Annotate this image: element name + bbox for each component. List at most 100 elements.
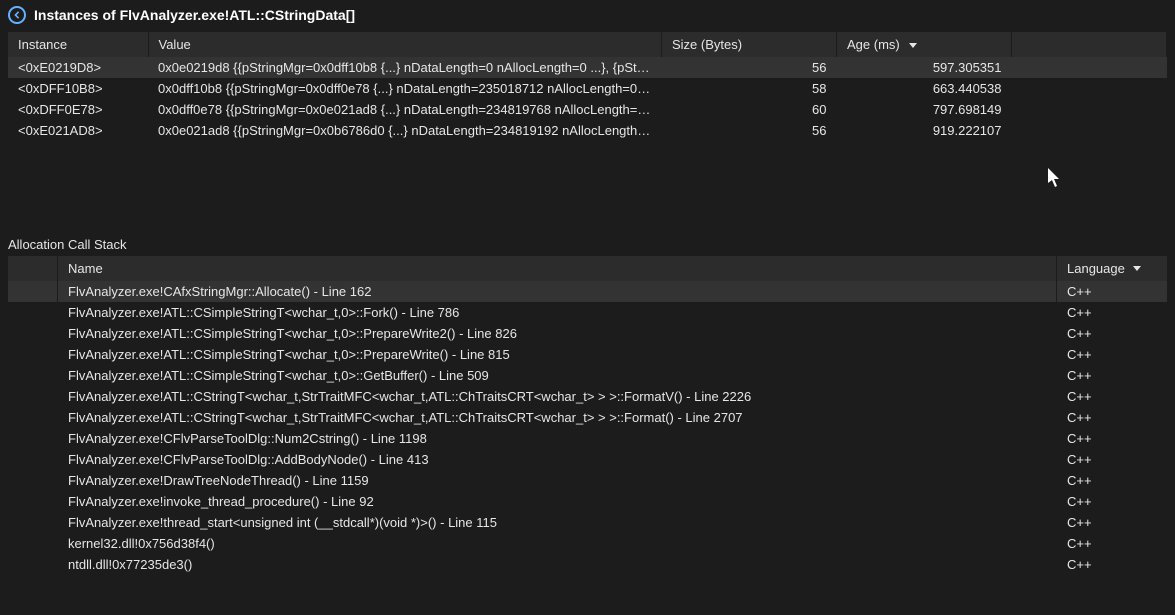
- cell-name: FlvAnalyzer.exe!CFlvParseToolDlg::Num2Cs…: [58, 428, 1057, 449]
- col-spacer: [1012, 32, 1167, 57]
- cell-value: 0x0e021ad8 {{pStringMgr=0x0b6786d0 {...}…: [148, 120, 662, 141]
- cell-size: 60: [662, 99, 837, 120]
- callstack-row[interactable]: FlvAnalyzer.exe!CFlvParseToolDlg::Num2Cs…: [8, 428, 1167, 449]
- callstack-row[interactable]: FlvAnalyzer.exe!ATL::CSimpleStringT<wcha…: [8, 365, 1167, 386]
- cell-name: FlvAnalyzer.exe!invoke_thread_procedure(…: [58, 491, 1057, 512]
- row-expander[interactable]: [8, 323, 58, 344]
- cell-name: FlvAnalyzer.exe!ATL::CSimpleStringT<wcha…: [58, 302, 1057, 323]
- sort-desc-icon: [909, 43, 917, 48]
- callstack-row[interactable]: FlvAnalyzer.exe!invoke_thread_procedure(…: [8, 491, 1167, 512]
- cell-language: C++: [1057, 491, 1167, 512]
- instances-panel: Instance Value Size (Bytes) Age (ms) <0x…: [0, 32, 1175, 141]
- arrow-left-icon: [13, 11, 21, 19]
- col-language-label: Language: [1067, 261, 1125, 276]
- row-expander[interactable]: [8, 344, 58, 365]
- cell-size: 58: [662, 78, 837, 99]
- cell-instance: <0xE0219D8>: [8, 57, 148, 78]
- cell-size: 56: [662, 57, 837, 78]
- cell-language: C++: [1057, 281, 1167, 302]
- spacer: [0, 141, 1175, 231]
- cell-spacer: [1012, 78, 1167, 99]
- cell-name: FlvAnalyzer.exe!ATL::CSimpleStringT<wcha…: [58, 323, 1057, 344]
- cell-name: FlvAnalyzer.exe!CFlvParseToolDlg::AddBod…: [58, 449, 1057, 470]
- cell-instance: <0xE021AD8>: [8, 120, 148, 141]
- table-row[interactable]: <0xE0219D8>0x0e0219d8 {{pStringMgr=0x0df…: [8, 57, 1167, 78]
- col-age-label: Age (ms): [847, 37, 900, 52]
- cell-instance: <0xDFF10B8>: [8, 78, 148, 99]
- cell-spacer: [1012, 99, 1167, 120]
- col-language[interactable]: Language: [1057, 256, 1167, 281]
- callstack-header: Name Language: [8, 256, 1167, 281]
- row-expander[interactable]: [8, 281, 58, 302]
- cell-language: C++: [1057, 470, 1167, 491]
- callstack-row[interactable]: FlvAnalyzer.exe!ATL::CStringT<wchar_t,St…: [8, 407, 1167, 428]
- cell-age: 797.698149: [837, 99, 1012, 120]
- callstack-row[interactable]: FlvAnalyzer.exe!CFlvParseToolDlg::AddBod…: [8, 449, 1167, 470]
- cell-age: 663.440538: [837, 78, 1012, 99]
- panel-header: Instances of FlvAnalyzer.exe!ATL::CStrin…: [0, 0, 1175, 32]
- callstack-title: Allocation Call Stack: [0, 231, 1175, 256]
- row-expander[interactable]: [8, 302, 58, 323]
- callstack-row[interactable]: FlvAnalyzer.exe!ATL::CSimpleStringT<wcha…: [8, 302, 1167, 323]
- col-value[interactable]: Value: [148, 32, 662, 57]
- table-row[interactable]: <0xDFF10B8>0x0dff10b8 {{pStringMgr=0x0df…: [8, 78, 1167, 99]
- cell-name: FlvAnalyzer.exe!ATL::CStringT<wchar_t,St…: [58, 407, 1057, 428]
- instances-table: Instance Value Size (Bytes) Age (ms) <0x…: [8, 32, 1167, 141]
- cell-value: 0x0e0219d8 {{pStringMgr=0x0dff10b8 {...}…: [148, 57, 662, 78]
- cell-size: 56: [662, 120, 837, 141]
- cell-age: 597.305351: [837, 57, 1012, 78]
- cell-age: 919.222107: [837, 120, 1012, 141]
- row-expander[interactable]: [8, 491, 58, 512]
- cell-language: C++: [1057, 344, 1167, 365]
- cell-language: C++: [1057, 449, 1167, 470]
- cell-instance: <0xDFF0E78>: [8, 99, 148, 120]
- col-age[interactable]: Age (ms): [837, 32, 1012, 57]
- cell-name: FlvAnalyzer.exe!DrawTreeNodeThread() - L…: [58, 470, 1057, 491]
- cell-language: C++: [1057, 533, 1167, 554]
- cell-spacer: [1012, 120, 1167, 141]
- back-button[interactable]: [8, 6, 26, 24]
- cell-name: kernel32.dll!0x756d38f4(): [58, 533, 1057, 554]
- col-expander[interactable]: [8, 256, 58, 281]
- row-expander[interactable]: [8, 554, 58, 575]
- cell-language: C++: [1057, 512, 1167, 533]
- callstack-row[interactable]: ntdll.dll!0x77235de3()C++: [8, 554, 1167, 575]
- row-expander[interactable]: [8, 449, 58, 470]
- cell-language: C++: [1057, 386, 1167, 407]
- callstack-row[interactable]: FlvAnalyzer.exe!ATL::CSimpleStringT<wcha…: [8, 344, 1167, 365]
- row-expander[interactable]: [8, 533, 58, 554]
- row-expander[interactable]: [8, 428, 58, 449]
- cell-name: FlvAnalyzer.exe!ATL::CSimpleStringT<wcha…: [58, 365, 1057, 386]
- callstack-row[interactable]: kernel32.dll!0x756d38f4()C++: [8, 533, 1167, 554]
- callstack-row[interactable]: FlvAnalyzer.exe!ATL::CStringT<wchar_t,St…: [8, 386, 1167, 407]
- row-expander[interactable]: [8, 407, 58, 428]
- callstack-row[interactable]: FlvAnalyzer.exe!DrawTreeNodeThread() - L…: [8, 470, 1167, 491]
- cell-language: C++: [1057, 302, 1167, 323]
- col-size[interactable]: Size (Bytes): [662, 32, 837, 57]
- col-name[interactable]: Name: [58, 256, 1057, 281]
- table-row[interactable]: <0xE021AD8>0x0e021ad8 {{pStringMgr=0x0b6…: [8, 120, 1167, 141]
- cell-name: FlvAnalyzer.exe!ATL::CStringT<wchar_t,St…: [58, 386, 1057, 407]
- cell-name: ntdll.dll!0x77235de3(): [58, 554, 1057, 575]
- page-title: Instances of FlvAnalyzer.exe!ATL::CStrin…: [34, 7, 355, 23]
- cell-value: 0x0dff0e78 {{pStringMgr=0x0e021ad8 {...}…: [148, 99, 662, 120]
- cell-name: FlvAnalyzer.exe!CAfxStringMgr::Allocate(…: [58, 281, 1057, 302]
- callstack-panel: Name Language FlvAnalyzer.exe!CAfxString…: [0, 256, 1175, 575]
- cell-language: C++: [1057, 428, 1167, 449]
- row-expander[interactable]: [8, 365, 58, 386]
- callstack-row[interactable]: FlvAnalyzer.exe!CAfxStringMgr::Allocate(…: [8, 281, 1167, 302]
- sort-desc-icon: [1133, 266, 1141, 271]
- callstack-row[interactable]: FlvAnalyzer.exe!ATL::CSimpleStringT<wcha…: [8, 323, 1167, 344]
- cell-name: FlvAnalyzer.exe!ATL::CSimpleStringT<wcha…: [58, 344, 1057, 365]
- col-instance[interactable]: Instance: [8, 32, 148, 57]
- table-row[interactable]: <0xDFF0E78>0x0dff0e78 {{pStringMgr=0x0e0…: [8, 99, 1167, 120]
- cell-value: 0x0dff10b8 {{pStringMgr=0x0dff0e78 {...}…: [148, 78, 662, 99]
- row-expander[interactable]: [8, 512, 58, 533]
- cell-language: C++: [1057, 554, 1167, 575]
- cell-language: C++: [1057, 407, 1167, 428]
- row-expander[interactable]: [8, 386, 58, 407]
- cell-language: C++: [1057, 365, 1167, 386]
- callstack-row[interactable]: FlvAnalyzer.exe!thread_start<unsigned in…: [8, 512, 1167, 533]
- cell-language: C++: [1057, 323, 1167, 344]
- row-expander[interactable]: [8, 470, 58, 491]
